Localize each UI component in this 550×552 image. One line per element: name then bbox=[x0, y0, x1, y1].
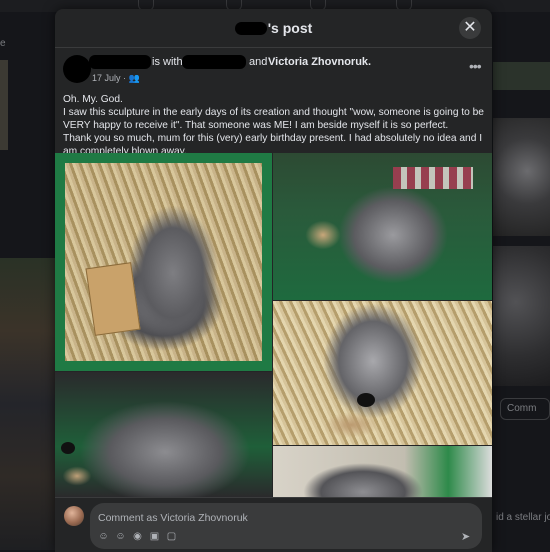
gif-icon[interactable]: ▣ bbox=[148, 531, 161, 542]
is-with-text: is with bbox=[152, 56, 183, 68]
post-meta: 17 July · 👥 bbox=[92, 73, 140, 84]
post-text: Oh. My. God. I saw this sculpture in the… bbox=[63, 93, 487, 158]
tagged-user-link[interactable]: Victoria Zhovnoruk bbox=[268, 56, 368, 68]
avatar[interactable] bbox=[63, 55, 91, 83]
bg-photo bbox=[493, 118, 550, 236]
modal-header: 's post ✕ bbox=[55, 9, 492, 48]
close-icon[interactable]: ✕ bbox=[459, 17, 481, 39]
bg-feed-text: id a stellar jo bbox=[496, 512, 550, 523]
bg-comment-button[interactable]: Comm bbox=[500, 398, 550, 420]
gift-tag bbox=[85, 262, 141, 336]
send-icon[interactable]: ➤ bbox=[461, 530, 470, 543]
sticker-icon[interactable]: ▢ bbox=[165, 531, 178, 542]
post-photo[interactable] bbox=[273, 301, 492, 445]
emoji-icon[interactable]: ☺ bbox=[114, 531, 127, 542]
friends-icon: 👥 bbox=[128, 73, 140, 83]
camera-icon[interactable]: ◉ bbox=[131, 531, 144, 542]
tagged-suffix: . bbox=[368, 56, 372, 68]
avatar-icon[interactable]: ☺ bbox=[97, 531, 110, 542]
post-photo[interactable] bbox=[273, 446, 492, 497]
comment-box: ☺ ☺ ◉ ▣ ▢ ➤ bbox=[90, 503, 482, 549]
modal-title-text: 's post bbox=[267, 20, 313, 36]
comment-input[interactable] bbox=[96, 509, 470, 527]
comment-bar: ☺ ☺ ◉ ▣ ▢ ➤ bbox=[55, 497, 492, 552]
and-text: and bbox=[249, 56, 268, 68]
post-modal: 's post ✕ is with and Victoria Zhovnoruk… bbox=[55, 9, 492, 552]
redacted-name bbox=[89, 55, 151, 69]
post-photo[interactable] bbox=[273, 153, 492, 300]
tagged-line: Victoria Zhovnoruk. bbox=[268, 56, 371, 68]
bg-photo bbox=[493, 246, 550, 386]
bg-photo bbox=[0, 60, 8, 150]
more-icon[interactable]: ••• bbox=[469, 58, 482, 74]
redacted-name bbox=[234, 22, 267, 35]
post-paragraph: Oh. My. God. bbox=[63, 94, 123, 105]
avatar bbox=[64, 506, 84, 526]
bg-photo bbox=[493, 62, 550, 90]
post-photo[interactable] bbox=[55, 372, 272, 497]
comment-actions: ☺ ☺ ◉ ▣ ▢ bbox=[97, 531, 182, 542]
bg-edge-mark: e bbox=[0, 38, 6, 49]
post-date[interactable]: 17 July bbox=[92, 73, 121, 83]
post-photo[interactable] bbox=[55, 153, 272, 371]
post-paragraph: I saw this sculpture in the early days o… bbox=[63, 107, 484, 131]
bg-photo-strip bbox=[0, 258, 55, 550]
redacted-name bbox=[182, 55, 246, 69]
post-header: is with and Victoria Zhovnoruk. 17 July … bbox=[63, 53, 483, 87]
modal-title: 's post bbox=[55, 20, 492, 36]
